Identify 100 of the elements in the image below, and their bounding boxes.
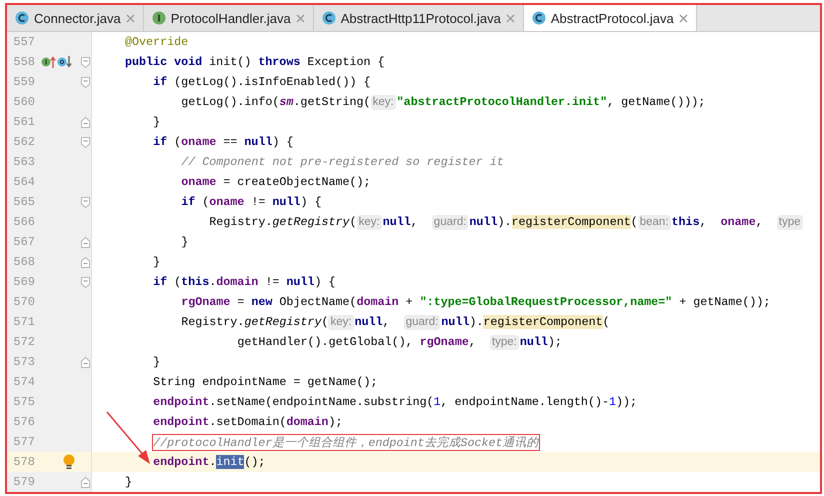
field-name: rgOname (420, 335, 469, 349)
interface-icon (152, 11, 166, 25)
circle-up-arrow-icon[interactable] (41, 55, 56, 69)
highlighted-method: registerComponent (483, 315, 603, 329)
code-text: } (125, 475, 132, 489)
line-number: 567 (12, 235, 35, 249)
code-text: = createObjectName(); (222, 175, 371, 189)
keyword: null (382, 215, 411, 229)
close-icon[interactable] (678, 14, 688, 22)
code-text: , getName())); (607, 95, 706, 109)
close-icon[interactable] (506, 14, 515, 22)
code-text: } (181, 235, 188, 249)
code-text: ( (173, 135, 182, 149)
close-icon[interactable] (126, 14, 135, 22)
keyword: null (469, 215, 498, 229)
code-text: } (153, 255, 160, 269)
code-text: ( (201, 195, 210, 209)
fold-marker-icon[interactable] (80, 56, 90, 68)
field-name: sm (279, 95, 294, 109)
keyword: if (153, 135, 168, 149)
code-text: ). (469, 315, 484, 329)
selected-text: init (216, 455, 244, 469)
line-number: 569 (12, 275, 35, 289)
field-name: oname (181, 175, 216, 189)
keyword: if (181, 195, 196, 209)
code-text: + getName()); (678, 295, 770, 309)
fold-marker-icon[interactable] (80, 276, 90, 288)
fold-marker-icon[interactable] (80, 256, 90, 268)
code-text: )); (616, 395, 638, 409)
code-text: , endpointName.length()- (440, 395, 609, 409)
code-text: + (404, 295, 414, 309)
fold-marker-icon[interactable] (80, 356, 90, 368)
keyword: null (520, 335, 548, 349)
line-number: 572 (12, 335, 35, 349)
number-literal: 1 (608, 395, 616, 409)
parameter-hint: guard: (404, 314, 440, 330)
parameter-hint: type (776, 214, 803, 230)
circle-down-arrow-icon[interactable] (57, 55, 72, 69)
code-text: Exception { (306, 55, 385, 69)
field-name: oname (181, 135, 216, 149)
line-number: 564 (12, 175, 35, 189)
keyword: new (251, 295, 272, 309)
line-number: 561 (12, 115, 35, 129)
keyword: public void (125, 55, 202, 69)
fold-marker-icon[interactable] (80, 76, 90, 88)
code-text: , (756, 215, 764, 229)
close-icon[interactable] (296, 14, 305, 22)
code-text: ) { (272, 135, 294, 149)
class-icon (322, 11, 336, 25)
field-name: rgOname (181, 295, 230, 309)
fold-marker-icon[interactable] (80, 476, 90, 488)
line-number: 563 (12, 155, 35, 169)
line-number: 565 (12, 195, 35, 209)
line-number: 571 (12, 315, 35, 329)
file-tab[interactable]: AbstractProtocol.java (524, 5, 697, 31)
code-text: , (410, 215, 419, 229)
line-number: 576 (12, 415, 35, 429)
lightbulb-icon[interactable] (63, 454, 75, 470)
line-number: 579 (12, 475, 35, 489)
highlighted-method: registerComponent (512, 215, 631, 229)
code-text: ( (630, 215, 638, 229)
fold-marker-icon[interactable] (80, 116, 90, 128)
fold-marker-icon[interactable] (80, 136, 90, 148)
arrow-annotation (106, 412, 150, 464)
keyword: this (672, 215, 700, 229)
keyword: null (354, 315, 383, 329)
code-text: } (153, 115, 160, 129)
fold-marker-icon[interactable] (80, 196, 90, 208)
line-number: 559 (12, 75, 35, 89)
keyword: throws (258, 55, 300, 69)
fold-marker-icon[interactable] (80, 236, 90, 248)
parameter-hint: type: (490, 334, 519, 350)
code-text: (getLog().isInfoEnabled()) { (173, 75, 371, 89)
code-text: ( (350, 215, 357, 229)
field-name: endpoint (153, 395, 210, 409)
code-text: ObjectName( (278, 295, 357, 309)
keyword: null (441, 315, 470, 329)
parameter-hint: bean: (638, 214, 671, 230)
code-text: ( (321, 315, 328, 329)
method-name: getRegistry (244, 315, 322, 329)
code-text: .setName(endpointName.substring( (209, 395, 434, 409)
keyword: null (244, 135, 272, 149)
keyword: null (286, 275, 314, 289)
file-tab[interactable]: AbstractHttp11Protocol.java (314, 5, 524, 31)
line-number: 562 (12, 135, 35, 149)
line-number: 566 (12, 215, 35, 229)
file-tab[interactable]: ProtocolHandler.java (144, 5, 314, 31)
code-text: } (153, 355, 160, 369)
code-text: getHandler().getGlobal(), (237, 335, 414, 349)
class-icon (15, 11, 29, 25)
parameter-hint: key: (370, 94, 396, 110)
code-text: Registry. (181, 315, 244, 329)
code-text: (); (244, 455, 266, 469)
line-number: 578 (12, 455, 35, 469)
annotation: @Override (125, 35, 188, 49)
code-text: != (250, 195, 266, 209)
keyword: this (181, 275, 210, 289)
code-text: ); (328, 415, 342, 429)
keyword: null (272, 195, 300, 209)
code-text: .getString( (293, 95, 371, 109)
